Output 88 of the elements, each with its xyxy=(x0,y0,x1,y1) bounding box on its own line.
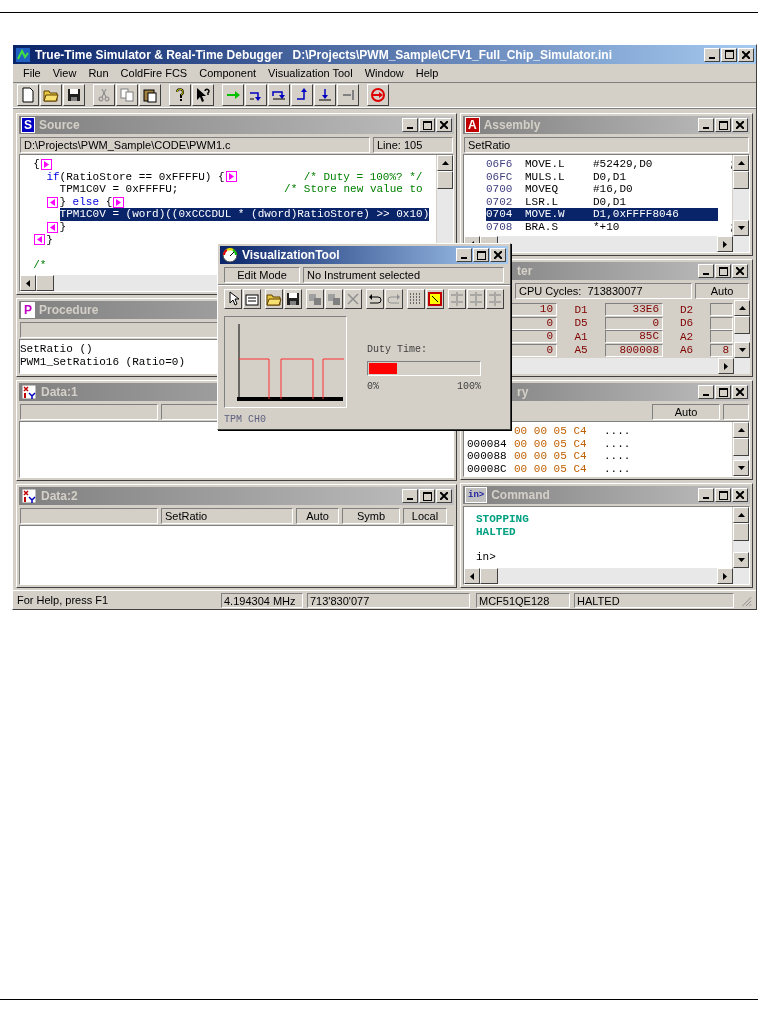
register-name: A5 xyxy=(573,344,589,357)
operand-cell-text: *+10 xyxy=(593,220,621,234)
code-text: } xyxy=(46,233,53,247)
register-value: 8 xyxy=(710,343,733,357)
window-title: Data:2 xyxy=(41,489,78,503)
instruction-cell-text: MOVE.L xyxy=(525,158,566,171)
memory-address: 000088 xyxy=(467,450,508,463)
code-keyword: else xyxy=(72,195,99,209)
status-cell: 713'830'077 xyxy=(307,592,470,608)
memory-bytes: 00 00 05 C4 xyxy=(514,425,588,438)
instrument-label: Duty Time: xyxy=(367,344,428,355)
code-text: } xyxy=(59,195,67,209)
mode-cell: Edit Mode xyxy=(224,267,300,283)
memory-ascii: .... xyxy=(604,437,631,450)
code-text: TPM1C0V = (word)((0xCCCDUL * (dword)RatioStore) >> 0x10) xyxy=(59,208,430,221)
mode-cell: Auto xyxy=(652,404,720,420)
operand-cell-text: #52429,D0 xyxy=(593,158,654,171)
procedure-name: SetRatio xyxy=(464,137,749,153)
code-text: TPM1C0V = 0xFFFFU; xyxy=(59,183,179,196)
command-output: STOPPING xyxy=(476,513,529,526)
window-title: Data:1 xyxy=(41,385,78,399)
instruction-cell-text: MULS.L xyxy=(525,170,566,184)
mode-cell: Auto xyxy=(695,283,749,299)
window-badge: in> xyxy=(465,487,488,503)
instruction-cell-text: MOVE.W xyxy=(525,208,566,221)
window-badge: P xyxy=(21,302,35,318)
register-name: D1 xyxy=(573,303,589,316)
code-keyword: if xyxy=(46,170,60,184)
status-cell: HALTED xyxy=(574,592,734,608)
cycle-count: CPU Cycles: 713830077 xyxy=(515,283,692,299)
code-comment: /* xyxy=(33,258,47,272)
operand-cell-text: D0,D1 xyxy=(593,195,627,209)
memory-ascii: .... xyxy=(604,462,631,475)
scale-label: 100% xyxy=(457,381,481,392)
memory-address: 000084 xyxy=(467,437,508,450)
instrument-label: TPM CH0 xyxy=(224,414,267,425)
code-comment: /* Store new value to xyxy=(284,183,423,196)
window-title: True-Time Simulator & Real-Time Debugger D:\Projects\PWM_Sample\CFV1_Full_Chip_Simulator.ini xyxy=(35,47,613,62)
window-title: ter xyxy=(517,264,533,278)
code-text: (RatioStore == 0xFFFFU) { xyxy=(59,170,225,184)
window-title: Procedure xyxy=(39,303,99,317)
window-title: Command xyxy=(491,488,550,502)
memory-ascii: .... xyxy=(604,425,631,438)
window-title: Assembly xyxy=(483,118,541,132)
address-cell-text: 0702 xyxy=(486,195,514,209)
memory-address: 00008C xyxy=(467,462,508,475)
status-cell: MCF51QE128 xyxy=(476,592,570,608)
memory-bytes: 00 00 05 C4 xyxy=(514,437,588,450)
memory-ascii: .... xyxy=(604,450,631,463)
register-name: D2 xyxy=(678,303,695,316)
memory-bytes: 00 00 05 C4 xyxy=(514,450,588,463)
scale-label: 0% xyxy=(367,381,379,392)
register-name: D6 xyxy=(678,317,695,330)
command-output: HALTED xyxy=(476,525,516,539)
register-name: A1 xyxy=(573,330,589,343)
register-name: A2 xyxy=(678,330,695,343)
address-cell-text: 0704 xyxy=(486,208,514,221)
register-value: 85C xyxy=(605,330,663,344)
register-value: 800008 xyxy=(605,343,663,357)
address-cell-text: 06F6 xyxy=(486,158,514,171)
window-badge: A xyxy=(465,117,480,133)
operand-cell-text: D1,0xFFFF8046 xyxy=(593,208,680,221)
register-value: 0 xyxy=(605,316,663,330)
status-cell: No Instrument selected xyxy=(303,267,504,283)
operand-cell-text: D0,D1 xyxy=(593,170,627,184)
register-name: D5 xyxy=(573,317,589,330)
address-cell-text: 0700 xyxy=(486,183,514,196)
instruction-cell-text: BRA.S xyxy=(525,220,559,234)
line-number: Line: 105 xyxy=(373,137,453,153)
memory-bytes: 00 00 05 C4 xyxy=(514,462,588,475)
register-value: 33E6 xyxy=(605,303,663,317)
operand-cell-text: #16,D0 xyxy=(593,183,634,196)
window-title: ry xyxy=(517,385,529,399)
file-path: D:\Projects\PWM_Sample\CODE\PWM1.c xyxy=(20,137,370,153)
instruction-cell-text: MOVEQ xyxy=(525,183,559,196)
window-title: Source xyxy=(39,118,80,132)
register-name: A6 xyxy=(678,344,695,357)
instruction-cell-text: LSR.L xyxy=(525,195,559,209)
status-cell: 4.194304 MHz xyxy=(221,592,303,608)
address-cell-text: 0708 xyxy=(486,220,514,234)
code-comment: /* Duty = 100%? */ xyxy=(303,170,423,184)
window-title: VisualizationTool xyxy=(242,248,340,262)
address-cell-text: 06FC xyxy=(486,170,514,184)
code-text: { xyxy=(33,158,40,171)
code-text: } xyxy=(59,220,66,234)
code-text: { xyxy=(105,195,113,209)
window-badge: S xyxy=(21,117,35,133)
status-text: For Help, press F1 xyxy=(16,594,110,606)
